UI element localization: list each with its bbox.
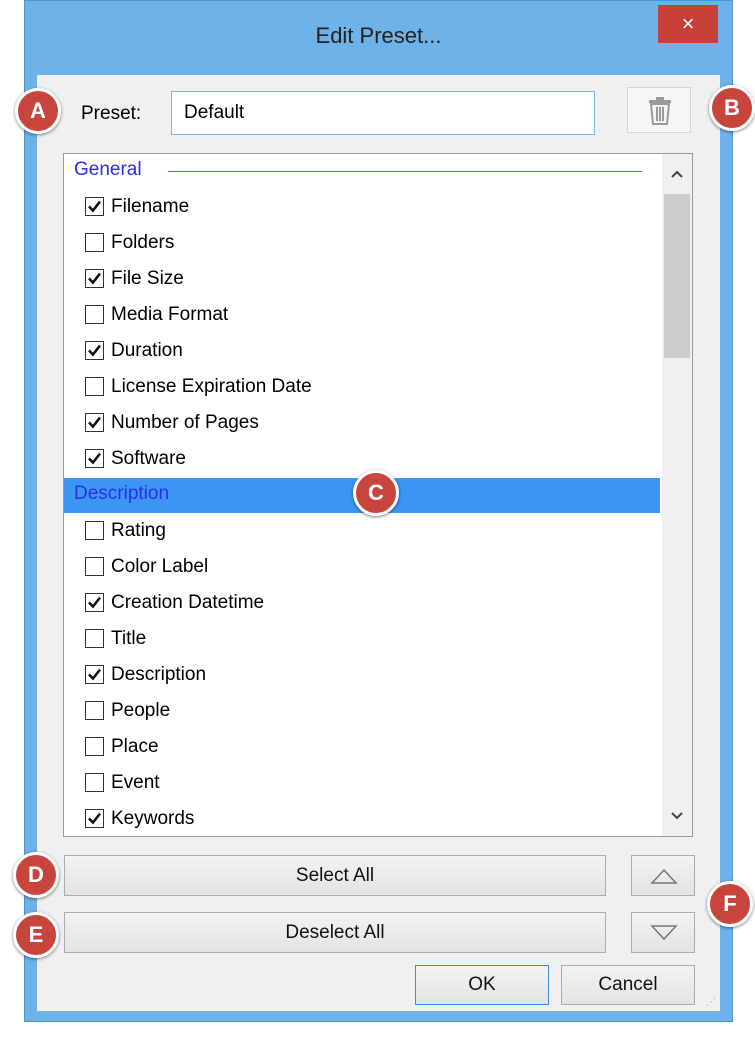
checkbox[interactable] — [85, 233, 104, 252]
group-header-label: Description — [74, 483, 170, 504]
scroll-thumb[interactable] — [664, 194, 690, 358]
list-item-label: Folders — [111, 232, 175, 253]
delete-preset-button[interactable] — [627, 87, 691, 133]
list-item-label: Software — [111, 448, 186, 469]
list-item[interactable]: Filename — [64, 190, 660, 226]
move-up-button[interactable] — [631, 855, 695, 896]
list-item-label: License Expiration Date — [111, 376, 312, 397]
checkbox[interactable] — [85, 557, 104, 576]
callout-marker: A — [15, 88, 61, 134]
list-item-label: File Size — [111, 268, 184, 289]
list-item-label: Filename — [111, 196, 190, 217]
list-item-label: People — [111, 700, 171, 721]
list-item[interactable]: Folders — [64, 226, 660, 262]
checkbox[interactable] — [85, 305, 104, 324]
scroll-down-button[interactable] — [662, 802, 692, 832]
checkbox[interactable] — [85, 593, 104, 612]
checkbox[interactable] — [85, 377, 104, 396]
list-item-label: Keywords — [111, 808, 195, 829]
dialog-body: Preset: General Filename Folders File Size M… — [37, 75, 720, 1011]
checkbox[interactable] — [85, 269, 104, 288]
list-item[interactable]: Number of Pages — [64, 406, 660, 442]
checkbox[interactable] — [85, 773, 104, 792]
checkmark-icon — [88, 344, 102, 357]
callout-marker: F — [707, 881, 753, 927]
title-bar[interactable]: Edit Preset... × — [25, 1, 732, 75]
list-item[interactable]: Color Label — [64, 550, 660, 586]
list-item-label: Color Label — [111, 556, 209, 577]
checkbox[interactable] — [85, 197, 104, 216]
list-item[interactable]: Keywords — [64, 802, 660, 836]
checkbox[interactable] — [85, 737, 104, 756]
checkmark-icon — [88, 596, 102, 609]
close-button[interactable]: × — [658, 5, 718, 43]
window-title: Edit Preset... — [315, 23, 442, 48]
checkbox[interactable] — [85, 701, 104, 720]
triangle-down-icon — [650, 925, 678, 941]
list-item[interactable]: Title — [64, 622, 660, 658]
list-item[interactable]: Media Format — [64, 298, 660, 334]
checkmark-icon — [88, 812, 102, 825]
callout-marker: B — [709, 85, 755, 131]
list-item-label: Number of Pages — [111, 412, 259, 433]
checkbox[interactable] — [85, 413, 104, 432]
checkbox[interactable] — [85, 629, 104, 648]
checkmark-icon — [88, 416, 102, 429]
list-item-label: Event — [111, 772, 160, 793]
list-item[interactable]: Software — [64, 442, 660, 478]
list-item-label: Duration — [111, 340, 183, 361]
checkmark-icon — [88, 668, 102, 681]
resize-grip-icon[interactable]: ⋰ — [706, 997, 718, 1009]
chevron-down-icon — [671, 812, 683, 820]
list-item-label: Description — [111, 664, 207, 685]
list-item-label: Rating — [111, 520, 166, 541]
list-item[interactable]: License Expiration Date — [64, 370, 660, 406]
trash-icon — [649, 97, 671, 125]
select-all-button[interactable]: Select All — [64, 855, 606, 896]
checkbox[interactable] — [85, 665, 104, 684]
callout-marker: E — [13, 912, 59, 958]
callout-marker: C — [353, 470, 399, 516]
list-item[interactable]: Description — [64, 658, 660, 694]
list-item[interactable]: Rating — [64, 514, 660, 550]
list-item[interactable]: Place — [64, 730, 660, 766]
checkbox[interactable] — [85, 809, 104, 828]
ok-button[interactable]: OK — [415, 965, 549, 1005]
checkmark-icon — [88, 200, 102, 213]
list-item[interactable]: Event — [64, 766, 660, 802]
checkbox[interactable] — [85, 341, 104, 360]
chevron-up-icon — [671, 170, 683, 178]
list-item-label: Place — [111, 736, 159, 757]
triangle-up-icon — [650, 868, 678, 884]
checkmark-icon — [88, 272, 102, 285]
callout-marker: D — [13, 852, 59, 898]
list-item[interactable]: People — [64, 694, 660, 730]
group-header-general[interactable]: General — [64, 154, 660, 189]
scroll-up-button[interactable] — [662, 160, 692, 190]
list-item-label: Creation Datetime — [111, 592, 265, 613]
group-header-label: General — [74, 159, 142, 180]
list-item-label: Title — [111, 628, 147, 649]
list-item[interactable]: Creation Datetime — [64, 586, 660, 622]
checkbox[interactable] — [85, 521, 104, 540]
group-divider-line — [168, 171, 642, 172]
preset-name-input[interactable] — [171, 91, 595, 135]
cancel-button[interactable]: Cancel — [561, 965, 695, 1005]
deselect-all-button[interactable]: Deselect All — [64, 912, 606, 953]
list-item[interactable]: File Size — [64, 262, 660, 298]
move-down-button[interactable] — [631, 912, 695, 953]
list-item[interactable]: Duration — [64, 334, 660, 370]
list-item-label: Media Format — [111, 304, 229, 325]
vertical-scrollbar[interactable] — [662, 154, 692, 836]
checkbox[interactable] — [85, 449, 104, 468]
preset-label: Preset: — [81, 103, 142, 124]
checkmark-icon — [88, 452, 102, 465]
